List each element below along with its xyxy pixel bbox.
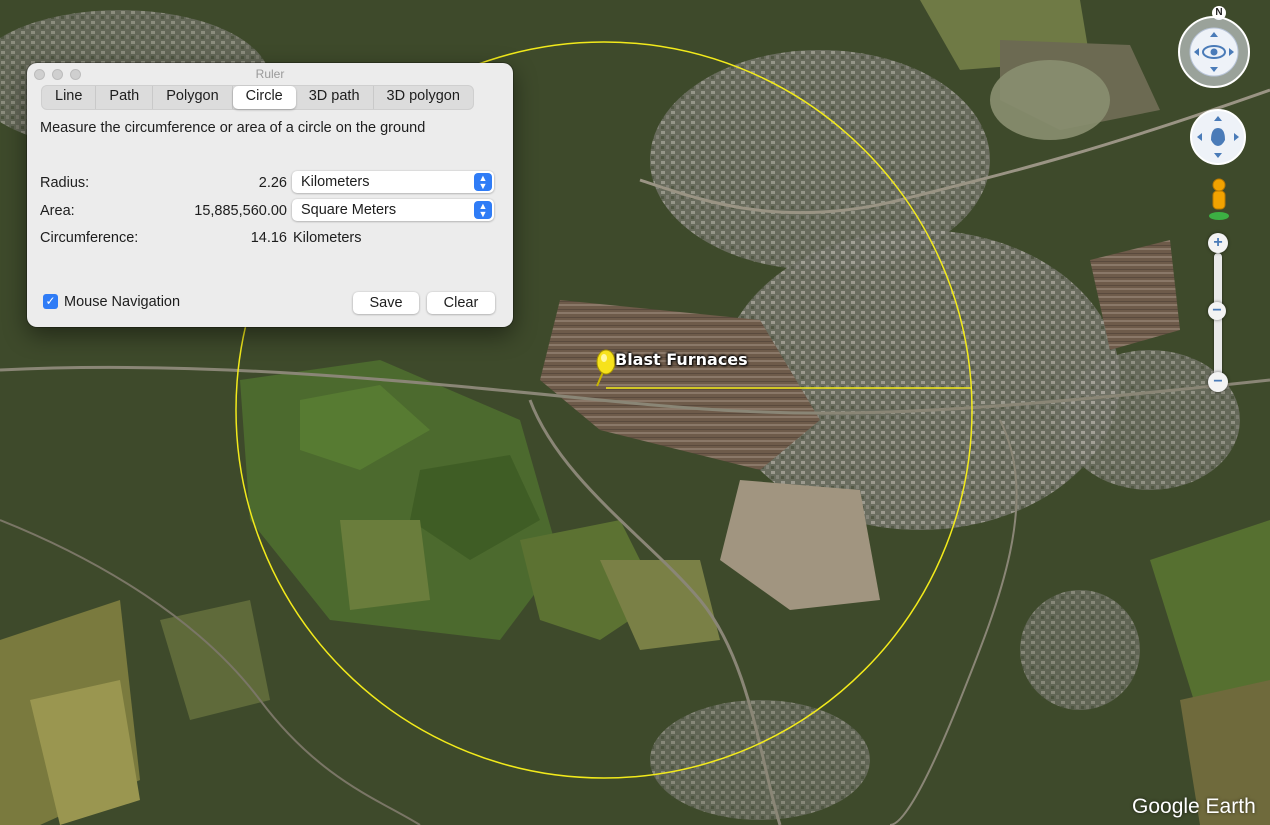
area-unit-value: Square Meters: [301, 202, 397, 218]
zoom-button[interactable]: [70, 69, 81, 80]
street-view-pegman-icon[interactable]: [1207, 178, 1231, 222]
area-value: 15,885,560.00: [194, 203, 287, 219]
zoom-in-button[interactable]: +: [1208, 233, 1228, 253]
circumference-unit: Kilometers: [293, 230, 362, 246]
title-bar[interactable]: Ruler: [27, 63, 513, 85]
tab-circle[interactable]: Circle: [232, 86, 296, 109]
mouse-navigation-checkbox[interactable]: ✓: [43, 294, 58, 309]
area-label: Area:: [40, 203, 75, 219]
tab-path[interactable]: Path: [96, 86, 154, 109]
move-joystick-icon[interactable]: [1189, 108, 1247, 166]
google-earth-logo: Google Earth: [1132, 795, 1256, 818]
ruler-dialog: Ruler Line Path Polygon Circle 3D path 3…: [27, 63, 513, 327]
window-title: Ruler: [255, 67, 285, 81]
radius-label: Radius:: [40, 175, 90, 191]
tab-3d-polygon[interactable]: 3D polygon: [374, 86, 473, 109]
circumference-label: Circumference:: [40, 230, 139, 246]
zoom-out-button[interactable]: −: [1208, 372, 1228, 392]
minimize-button[interactable]: [52, 69, 63, 80]
ruler-description: Measure the circumference or area of a c…: [40, 120, 426, 136]
chevron-updown-icon: ▲ ▼: [474, 201, 492, 219]
save-button[interactable]: Save: [353, 292, 419, 314]
placemark-label[interactable]: Blast Furnaces: [615, 350, 748, 369]
zoom-slider-thumb[interactable]: −: [1208, 302, 1226, 320]
tab-polygon[interactable]: Polygon: [153, 86, 233, 109]
look-joystick-icon[interactable]: [1176, 14, 1252, 90]
mouse-navigation-label[interactable]: Mouse Navigation: [64, 294, 180, 310]
area-unit-select[interactable]: Square Meters ▲ ▼: [292, 199, 494, 221]
radius-value: 2.26: [258, 175, 287, 191]
clear-button[interactable]: Clear: [427, 292, 495, 314]
radius-unit-value: Kilometers: [301, 174, 370, 190]
tab-bar: Line Path Polygon Circle 3D path 3D poly…: [41, 85, 474, 110]
tab-3d-path[interactable]: 3D path: [296, 86, 374, 109]
radius-unit-select[interactable]: Kilometers ▲ ▼: [292, 171, 494, 193]
chevron-updown-icon: ▲ ▼: [474, 173, 492, 191]
close-button[interactable]: [34, 69, 45, 80]
tab-line[interactable]: Line: [42, 86, 97, 109]
circumference-value: 14.16: [250, 230, 287, 246]
